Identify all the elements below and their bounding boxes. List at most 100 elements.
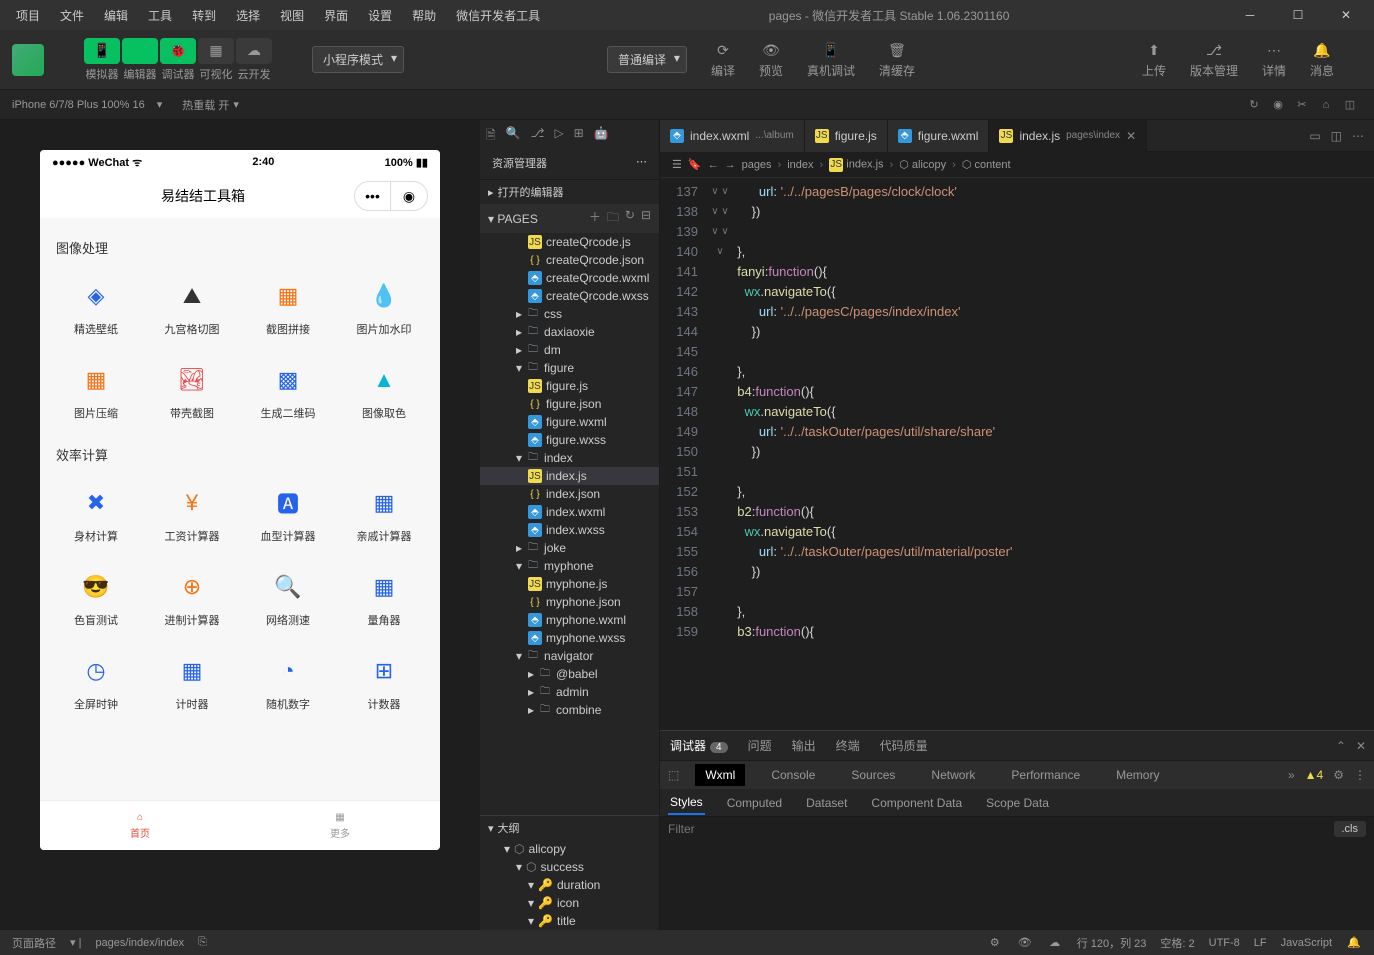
mode-云开发[interactable]: ☁云开发 xyxy=(236,38,272,82)
styles-subtab-Computed[interactable]: Computed xyxy=(725,792,784,814)
tree-item[interactable]: ⬘ myphone.wxss xyxy=(480,629,659,647)
devtools-tab-Wxml[interactable]: Wxml xyxy=(695,764,745,786)
debugger-tab-问题[interactable]: 问题 xyxy=(746,733,774,758)
code-editor[interactable]: 137 138 139 140 141 142 143 144 145 146 … xyxy=(660,178,1374,730)
action-真机调试[interactable]: 📱真机调试 xyxy=(799,36,863,83)
styles-subtab-Component Data[interactable]: Component Data xyxy=(869,792,964,814)
record-icon[interactable]: ◉ xyxy=(1266,93,1290,117)
chevron-up-icon[interactable]: ⌃ xyxy=(1336,739,1346,753)
settings-icon[interactable]: ⚙ xyxy=(987,935,1003,951)
styles-filter-input[interactable] xyxy=(668,822,1334,836)
outline-item[interactable]: ▾ ⬡ success xyxy=(480,858,659,876)
tree-item[interactable]: ▾ 🗀 index xyxy=(480,449,659,467)
tree-item[interactable]: ▸ 🗀 combine xyxy=(480,701,659,719)
tabbar-首页[interactable]: ⌂首页 xyxy=(40,801,240,850)
tree-item[interactable]: JS figure.js xyxy=(480,377,659,395)
editor-tab[interactable]: JS figure.js xyxy=(805,120,888,152)
home-icon[interactable]: ⌂ xyxy=(1314,93,1338,117)
mode-模拟器[interactable]: 📱模拟器 xyxy=(84,38,120,82)
refresh-icon[interactable]: ↻ xyxy=(1242,93,1266,117)
tool-计时器[interactable]: ▦计时器 xyxy=(148,644,236,720)
tool-九宫格切图[interactable]: ⛰九宫格切图 xyxy=(148,269,236,345)
close-button[interactable]: ✕ xyxy=(1326,0,1366,30)
breadcrumb-item[interactable]: ⬡ alicopy xyxy=(899,158,946,171)
action-版本管理[interactable]: ⎇版本管理 xyxy=(1182,36,1246,83)
tree-item[interactable]: { } myphone.json xyxy=(480,593,659,611)
styles-subtab-Dataset[interactable]: Dataset xyxy=(804,792,849,814)
menu-文件[interactable]: 文件 xyxy=(52,3,92,28)
devtools-tab-Console[interactable]: Console xyxy=(761,764,825,786)
tree-item[interactable]: JS createQrcode.js xyxy=(480,233,659,251)
outline-item[interactable]: ▾ 🔑 duration xyxy=(480,876,659,894)
tree-item[interactable]: ⬘ index.wxml xyxy=(480,503,659,521)
nav-back-icon[interactable]: ← xyxy=(708,159,719,171)
devtools-tab-Memory[interactable]: Memory xyxy=(1106,764,1169,786)
devtools-tab-Performance[interactable]: Performance xyxy=(1001,764,1090,786)
tree-item[interactable]: ▸ 🗀 joke xyxy=(480,539,659,557)
panel-close-icon[interactable]: ✕ xyxy=(1356,739,1366,753)
capsule-close[interactable]: ◉ xyxy=(391,182,427,210)
menu-项目[interactable]: 项目 xyxy=(8,3,48,28)
tree-item[interactable]: ▸ 🗀 daxiaoxie xyxy=(480,323,659,341)
tree-item[interactable]: ⬘ figure.wxml xyxy=(480,413,659,431)
ext-icon[interactable]: ⊞ xyxy=(574,126,584,147)
editor-tab[interactable]: ⬘ index.wxml ...\album xyxy=(660,120,805,152)
action-预览[interactable]: 👁预览 xyxy=(751,36,791,83)
compile-mode-dropdown[interactable]: 普通编译 xyxy=(607,46,687,73)
debugger-tab-输出[interactable]: 输出 xyxy=(790,733,818,758)
menu-界面[interactable]: 界面 xyxy=(316,3,356,28)
tool-血型计算器[interactable]: 🅰血型计算器 xyxy=(244,476,332,552)
dock-icon[interactable]: ⋮ xyxy=(1354,768,1366,782)
tool-图片加水印[interactable]: 💧图片加水印 xyxy=(340,269,428,345)
tool-截图拼接[interactable]: ▦截图拼接 xyxy=(244,269,332,345)
tree-item[interactable]: JS myphone.js xyxy=(480,575,659,593)
tabbar-更多[interactable]: ▦更多 xyxy=(240,801,440,850)
editor-tab[interactable]: JS index.js pages\index ✕ xyxy=(989,120,1147,152)
mode-调试器[interactable]: 🐞调试器 xyxy=(160,38,196,82)
action-编译[interactable]: ⟳编译 xyxy=(703,36,743,83)
tree-item[interactable]: ⬘ index.wxss xyxy=(480,521,659,539)
action-消息[interactable]: 🔔消息 xyxy=(1302,36,1342,83)
copy-path-icon[interactable]: ⎘ xyxy=(198,936,207,949)
styles-subtab-Scope Data[interactable]: Scope Data xyxy=(984,792,1051,814)
collapse-icon[interactable]: ⊟ xyxy=(641,208,651,229)
tool-量角器[interactable]: ▦量角器 xyxy=(340,560,428,636)
action-详情[interactable]: ⋯详情 xyxy=(1254,36,1294,83)
explorer-more-icon[interactable]: ⋯ xyxy=(636,155,647,171)
tool-进制计算器[interactable]: ⊕进制计算器 xyxy=(148,560,236,636)
robot-icon[interactable]: 🤖 xyxy=(594,126,609,147)
tool-计数器[interactable]: ⊞计数器 xyxy=(340,644,428,720)
tree-item[interactable]: { } createQrcode.json xyxy=(480,251,659,269)
tool-身材计算[interactable]: ✖身材计算 xyxy=(52,476,140,552)
tree-item[interactable]: ▸ 🗀 admin xyxy=(480,683,659,701)
tool-网络测速[interactable]: 🔍网络测速 xyxy=(244,560,332,636)
bookmark-icon[interactable]: 🔖 xyxy=(688,158,702,171)
menu-设置[interactable]: 设置 xyxy=(360,3,400,28)
maximize-button[interactable]: ☐ xyxy=(1278,0,1318,30)
menu-工具[interactable]: 工具 xyxy=(140,3,180,28)
mode-可视化[interactable]: ▦可视化 xyxy=(198,38,234,82)
hot-reload-toggle[interactable]: 热重载 开 xyxy=(182,97,229,113)
open-editors-section[interactable]: ▸ 打开的编辑器 xyxy=(480,180,659,204)
tree-item[interactable]: ⬘ createQrcode.wxss xyxy=(480,287,659,305)
git-icon[interactable]: ⎇ xyxy=(531,126,545,147)
encoding-info[interactable]: UTF-8 xyxy=(1209,937,1240,949)
breadcrumb-item[interactable]: ⬡ content xyxy=(962,158,1011,171)
devtools-tab-Sources[interactable]: Sources xyxy=(841,764,905,786)
eye-icon[interactable]: 👁 xyxy=(1017,935,1033,951)
cls-button[interactable]: .cls xyxy=(1334,821,1367,837)
refresh-tree-icon[interactable]: ↻ xyxy=(625,208,635,229)
tree-item[interactable]: ▸ 🗀 @babel xyxy=(480,665,659,683)
more-icon[interactable]: ⋯ xyxy=(1352,129,1364,143)
tree-item[interactable]: ⬘ myphone.wxml xyxy=(480,611,659,629)
tree-item[interactable]: ▸ 🗀 css xyxy=(480,305,659,323)
warning-badge[interactable]: ▲4 xyxy=(1305,768,1324,782)
action-清缓存[interactable]: 🗑清缓存 xyxy=(871,36,923,83)
tool-生成二维码[interactable]: ▩生成二维码 xyxy=(244,353,332,429)
menu-微信开发者工具[interactable]: 微信开发者工具 xyxy=(448,3,548,28)
debugger-tab-终端[interactable]: 终端 xyxy=(834,733,862,758)
tree-item[interactable]: ▸ 🗀 dm xyxy=(480,341,659,359)
gear-icon[interactable]: ⚙ xyxy=(1333,768,1344,782)
outline-item[interactable]: ▾ 🔑 icon xyxy=(480,894,659,912)
tree-item[interactable]: ▾ 🗀 figure xyxy=(480,359,659,377)
